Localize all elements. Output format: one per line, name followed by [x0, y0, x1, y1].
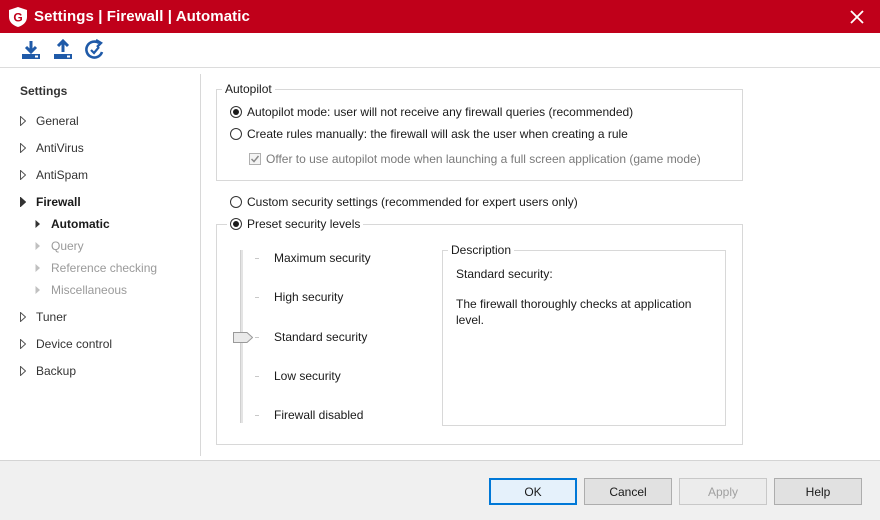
expand-arrow-icon: [20, 366, 28, 376]
sidebar-divider: [200, 74, 201, 456]
svg-text:G: G: [13, 10, 22, 24]
bullet-arrow-icon: [35, 263, 43, 273]
sidebar-item-tuner[interactable]: Tuner: [20, 309, 67, 325]
export-button[interactable]: [52, 39, 74, 61]
bullet-arrow-icon: [35, 285, 43, 295]
close-icon: [850, 9, 864, 24]
level-firewall-disabled[interactable]: Firewall disabled: [274, 408, 363, 422]
toolbar: [0, 33, 880, 67]
close-button[interactable]: [834, 0, 880, 33]
sidebar-item-firewall[interactable]: Firewall: [20, 194, 81, 210]
slider-tick: [255, 337, 259, 338]
window-title: Settings | Firewall | Automatic: [34, 8, 250, 25]
sidebar-item-label: Reference checking: [51, 261, 158, 275]
sidebar-item-label: Device control: [36, 337, 113, 351]
sidebar-item-label: General: [36, 114, 79, 128]
sidebar-item-label: AntiVirus: [36, 141, 84, 155]
sidebar-item-label: Query: [51, 239, 84, 253]
autopilot-mode-radio[interactable]: Autopilot mode: user will not receive an…: [230, 105, 633, 119]
sidebar-item-antispam[interactable]: AntiSpam: [20, 167, 88, 183]
ok-button[interactable]: OK: [489, 478, 577, 505]
apply-button[interactable]: Apply: [679, 478, 767, 505]
checkmark-icon: [250, 155, 260, 163]
slider-tick: [255, 258, 259, 259]
radio-indicator: [230, 106, 242, 118]
sidebar-item-query[interactable]: Query: [35, 238, 84, 254]
level-standard-security[interactable]: Standard security: [274, 330, 367, 344]
radio-indicator: [230, 218, 242, 230]
sidebar-item-general[interactable]: General: [20, 113, 79, 129]
sidebar-item-label: Miscellaneous: [51, 283, 128, 297]
sidebar-item-reference-checking[interactable]: Reference checking: [35, 260, 157, 276]
security-level-slider-thumb[interactable]: [233, 332, 253, 343]
radio-indicator: [230, 128, 242, 140]
restore-icon: [85, 39, 104, 59]
sidebar-item-backup[interactable]: Backup: [20, 363, 76, 379]
sidebar-item-label: Automatic: [51, 217, 110, 231]
sidebar-item-antivirus[interactable]: AntiVirus: [20, 140, 84, 156]
help-button[interactable]: Help: [774, 478, 862, 505]
manual-rules-radio[interactable]: Create rules manually: the firewall will…: [230, 127, 628, 141]
expand-arrow-icon: [20, 170, 28, 180]
sidebar-item-label: AntiSpam: [36, 168, 89, 182]
custom-security-radio[interactable]: Custom security settings (recommended fo…: [230, 195, 578, 209]
export-icon: [54, 39, 72, 59]
level-high-security[interactable]: High security: [274, 290, 343, 304]
sidebar-item-miscellaneous[interactable]: Miscellaneous: [35, 282, 127, 298]
sidebar-item-device-control[interactable]: Device control: [20, 336, 112, 352]
slider-tick: [255, 415, 259, 416]
bullet-arrow-icon: [35, 241, 43, 251]
gdata-logo-icon: G: [9, 6, 27, 27]
description-title: Standard security:: [456, 267, 553, 281]
autopilot-mode-label: Autopilot mode: user will not receive an…: [247, 105, 634, 119]
import-icon: [22, 41, 40, 59]
slider-tick: [255, 297, 259, 298]
level-maximum-security[interactable]: Maximum security: [274, 251, 371, 265]
sidebar-heading: Settings: [20, 84, 68, 98]
level-low-security[interactable]: Low security: [274, 369, 341, 383]
cancel-button[interactable]: Cancel: [584, 478, 672, 505]
sidebar-item-label: Firewall: [36, 195, 81, 209]
game-mode-checkbox[interactable]: Offer to use autopilot mode when launchi…: [249, 152, 701, 166]
description-body: The firewall thoroughly checks at applic…: [456, 297, 692, 327]
radio-indicator: [230, 196, 242, 208]
manual-rules-label: Create rules manually: the firewall will…: [247, 127, 628, 141]
expand-arrow-icon: [20, 339, 28, 349]
title-bar: G Settings | Firewall | Automatic: [0, 0, 880, 33]
checkbox-indicator: [249, 153, 261, 165]
expand-arrow-icon: [20, 116, 28, 126]
custom-security-label: Custom security settings (recommended fo…: [247, 195, 578, 209]
expanded-arrow-icon: [20, 197, 28, 207]
selected-arrow-icon: [35, 219, 43, 229]
sidebar-item-automatic[interactable]: Automatic: [35, 216, 110, 232]
description-legend: Description: [448, 243, 515, 257]
preset-security-radio[interactable]: Preset security levels: [227, 217, 364, 231]
preset-security-label: Preset security levels: [247, 217, 361, 231]
import-button[interactable]: [20, 39, 42, 61]
expand-arrow-icon: [20, 143, 28, 153]
restore-defaults-button[interactable]: [84, 39, 106, 61]
sidebar-item-label: Backup: [36, 364, 77, 378]
sidebar-item-label: Tuner: [36, 310, 67, 324]
expand-arrow-icon: [20, 312, 28, 322]
slider-tick: [255, 376, 259, 377]
autopilot-legend: Autopilot: [222, 82, 275, 96]
game-mode-label: Offer to use autopilot mode when launchi…: [266, 152, 701, 166]
